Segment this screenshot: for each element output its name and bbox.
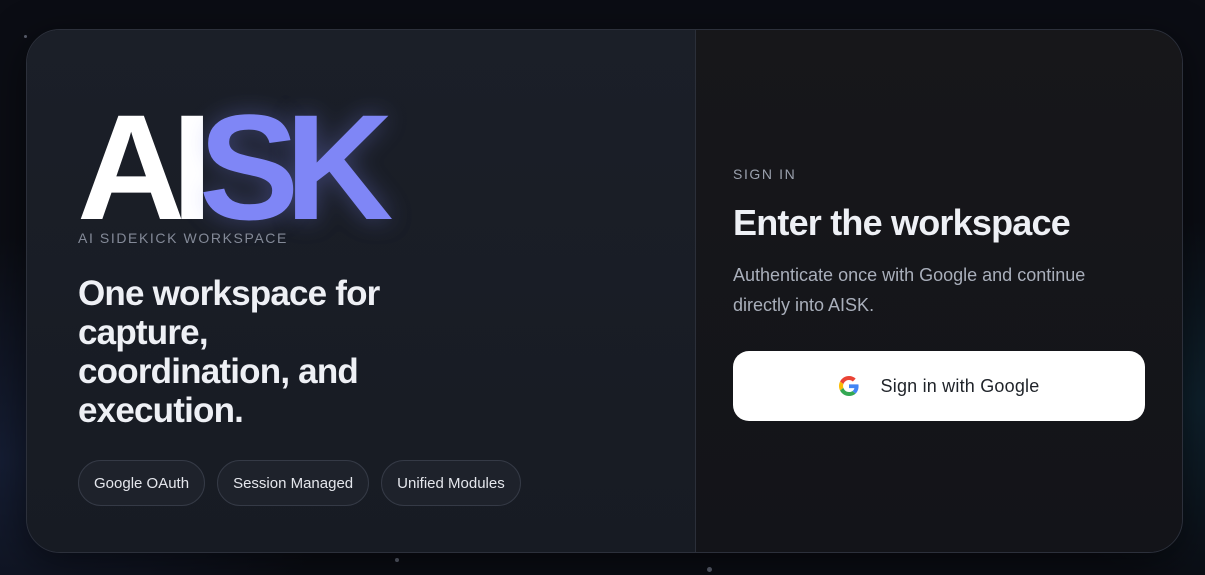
google-signin-button[interactable]: Sign in with Google (733, 351, 1145, 421)
signin-title: Enter the workspace (733, 202, 1071, 243)
logo-part-sk: SK (199, 83, 393, 251)
google-icon (838, 376, 859, 396)
google-signin-label: Sign in with Google (880, 375, 1040, 396)
brand-panel: AISK AI SIDEKICK WORKSPACE One workspace… (27, 30, 696, 552)
chip-unified-modules: Unified Modules (381, 460, 521, 506)
chip-session-managed: Session Managed (217, 460, 370, 506)
feature-chips: Google OAuth Session Managed Unified Mod… (78, 460, 521, 506)
signin-panel: SIGN IN Enter the workspace Authenticate… (696, 30, 1182, 552)
hero-headline: One workspace for capture, coordination,… (78, 274, 380, 430)
signin-eyebrow: SIGN IN (733, 166, 797, 182)
logo-part-ai: AI (77, 83, 213, 251)
login-card: AISK AI SIDEKICK WORKSPACE One workspace… (26, 29, 1183, 553)
background-star (707, 567, 712, 572)
chip-google-oauth: Google OAuth (78, 460, 206, 506)
aisk-logo: AISK (77, 92, 393, 242)
signin-description: Authenticate once with Google and contin… (733, 265, 1086, 315)
brand-tagline: AI SIDEKICK WORKSPACE (78, 230, 288, 246)
background-star (395, 558, 399, 562)
